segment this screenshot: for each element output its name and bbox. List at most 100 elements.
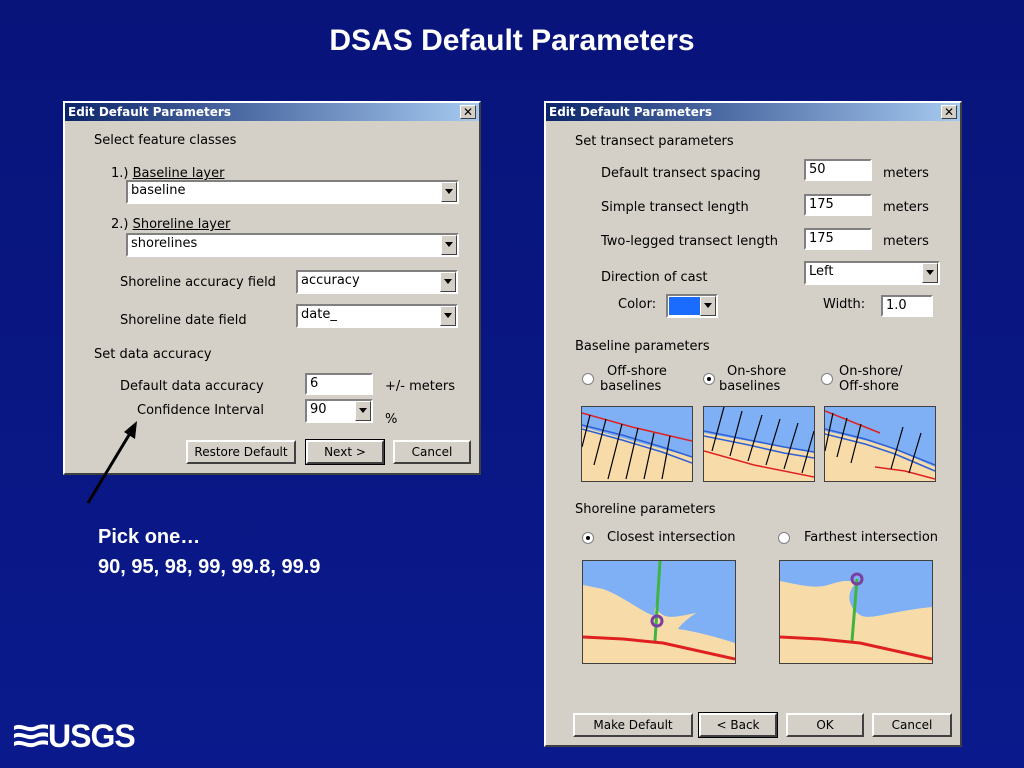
onshore-baselines-label: On-shore baselines bbox=[719, 364, 786, 394]
chevron-down-icon[interactable] bbox=[922, 263, 938, 283]
onshore-l1: On-shore bbox=[727, 364, 787, 379]
onshore-offshore-baselines-label: On-shore/Off-shore bbox=[839, 364, 903, 394]
section-set-transect-parameters: Set transect parameters bbox=[575, 134, 734, 149]
dialog-1-title: Edit Default Parameters bbox=[68, 105, 231, 119]
dialog-1-cancel-button[interactable]: Cancel bbox=[393, 440, 471, 464]
usgs-logo-text: USGS bbox=[48, 718, 136, 754]
chevron-down-icon[interactable] bbox=[440, 272, 456, 292]
onshore-baselines-radio[interactable] bbox=[703, 373, 715, 385]
color-picker[interactable] bbox=[666, 294, 718, 318]
color-swatch bbox=[669, 297, 701, 315]
pick-one-line-2: 90, 95, 98, 99, 99.8, 99.9 bbox=[98, 556, 321, 578]
two-legged-length-input[interactable]: 175 bbox=[804, 228, 872, 250]
dialog-2-titlebar[interactable]: Edit Default Parameters ✕ bbox=[546, 103, 960, 121]
two-legged-length-value: 175 bbox=[809, 231, 834, 246]
simple-transect-length-value: 175 bbox=[809, 197, 834, 212]
section-select-feature-classes: Select feature classes bbox=[94, 133, 237, 148]
color-label: Color: bbox=[618, 297, 657, 312]
baseline-layer-value: baseline bbox=[131, 183, 186, 198]
two-legged-length-label: Two-legged transect length bbox=[601, 234, 779, 249]
default-accuracy-input[interactable]: 6 bbox=[305, 373, 373, 395]
direction-of-cast-label: Direction of cast bbox=[601, 270, 708, 285]
default-accuracy-label: Default data accuracy bbox=[120, 379, 264, 394]
baseline-layer-label-text: Baseline layer bbox=[132, 166, 225, 181]
edit-default-parameters-dialog-2: Edit Default Parameters ✕ Set transect p… bbox=[544, 101, 962, 747]
two-legged-length-unit: meters bbox=[883, 234, 929, 249]
pointer-arrow bbox=[86, 421, 137, 504]
transect-spacing-label: Default transect spacing bbox=[601, 166, 761, 181]
dialog-1-titlebar[interactable]: Edit Default Parameters ✕ bbox=[65, 103, 479, 121]
slide-title: DSAS Default Parameters bbox=[329, 24, 695, 57]
direction-of-cast-select[interactable]: Left bbox=[804, 261, 940, 285]
make-default-button[interactable]: Make Default bbox=[573, 713, 693, 737]
chevron-down-icon[interactable] bbox=[441, 235, 457, 255]
simple-transect-length-unit: meters bbox=[883, 200, 929, 215]
offshore-l1: Off-shore bbox=[607, 364, 667, 379]
closest-intersection-radio[interactable] bbox=[582, 532, 594, 544]
both-l2: Off-shore bbox=[839, 379, 899, 394]
accuracy-unit: +/- meters bbox=[385, 379, 455, 394]
accuracy-field-label: Shoreline accuracy field bbox=[120, 275, 276, 290]
confidence-interval-label: Confidence Interval bbox=[137, 403, 265, 418]
dialog-2-cancel-button[interactable]: Cancel bbox=[872, 713, 952, 737]
date-field-select[interactable]: date_ bbox=[296, 304, 458, 328]
width-label: Width: bbox=[823, 297, 866, 312]
transect-spacing-input[interactable]: 50 bbox=[804, 159, 872, 181]
farthest-intersection-radio[interactable] bbox=[778, 532, 790, 544]
dialog-2-close-button[interactable]: ✕ bbox=[941, 105, 957, 119]
onshore-offshore-baseline-diagram bbox=[824, 406, 936, 482]
section-baseline-parameters: Baseline parameters bbox=[575, 339, 710, 354]
dialog-1-close-button[interactable]: ✕ bbox=[460, 105, 476, 119]
simple-transect-length-input[interactable]: 175 bbox=[804, 194, 872, 216]
offshore-baselines-radio[interactable] bbox=[582, 373, 594, 385]
chevron-down-icon[interactable] bbox=[700, 296, 716, 316]
onshore-baseline-diagram bbox=[703, 406, 815, 482]
direction-of-cast-value: Left bbox=[809, 264, 834, 279]
shoreline-layer-select[interactable]: shorelines bbox=[126, 233, 459, 257]
shoreline-layer-label-text: Shoreline layer bbox=[132, 217, 231, 232]
closest-intersection-label: Closest intersection bbox=[607, 530, 736, 545]
close-icon: ✕ bbox=[462, 105, 474, 119]
chevron-down-icon[interactable] bbox=[440, 306, 456, 326]
chevron-down-icon[interactable] bbox=[355, 401, 371, 421]
farthest-intersection-label: Farthest intersection bbox=[804, 530, 939, 545]
transect-spacing-value: 50 bbox=[809, 162, 826, 177]
accuracy-field-select[interactable]: accuracy bbox=[296, 270, 458, 294]
shoreline-layer-label: 2.) Shoreline layer bbox=[111, 217, 230, 232]
width-input[interactable]: 1.0 bbox=[881, 295, 933, 317]
date-field-value: date_ bbox=[301, 307, 337, 322]
onshore-l2: baselines bbox=[719, 379, 781, 394]
section-set-data-accuracy: Set data accuracy bbox=[94, 347, 212, 362]
confidence-unit: % bbox=[385, 412, 398, 427]
chevron-down-icon[interactable] bbox=[441, 182, 457, 202]
next-button[interactable]: Next > bbox=[305, 439, 385, 465]
ok-button[interactable]: OK bbox=[786, 713, 864, 737]
default-accuracy-value: 6 bbox=[310, 376, 319, 391]
offshore-l2: baselines bbox=[600, 379, 662, 394]
back-button[interactable]: < Back bbox=[698, 712, 778, 738]
confidence-interval-select[interactable]: 90 bbox=[305, 399, 373, 423]
simple-transect-length-label: Simple transect length bbox=[601, 200, 749, 215]
onshore-offshore-baselines-radio[interactable] bbox=[821, 373, 833, 385]
date-field-label: Shoreline date field bbox=[120, 313, 247, 328]
usgs-wave-icon bbox=[14, 724, 48, 748]
baseline-layer-label: 1.) Baseline layer bbox=[111, 166, 224, 181]
dialog-2-title: Edit Default Parameters bbox=[549, 105, 712, 119]
restore-default-button[interactable]: Restore Default bbox=[186, 440, 296, 464]
confidence-interval-value: 90 bbox=[310, 402, 327, 417]
baseline-layer-select[interactable]: baseline bbox=[126, 180, 459, 204]
farthest-intersection-diagram bbox=[779, 560, 933, 664]
offshore-baselines-label: Off-shore baselines bbox=[600, 364, 667, 394]
width-value: 1.0 bbox=[886, 298, 907, 313]
shoreline-layer-label-prefix: 2.) bbox=[111, 217, 133, 232]
both-l1: On-shore/ bbox=[839, 364, 903, 379]
closest-intersection-diagram bbox=[582, 560, 736, 664]
accuracy-field-value: accuracy bbox=[301, 273, 360, 288]
offshore-baseline-diagram bbox=[581, 406, 693, 482]
transect-spacing-unit: meters bbox=[883, 166, 929, 181]
usgs-logo: USGS bbox=[14, 718, 136, 755]
baseline-layer-label-prefix: 1.) bbox=[111, 166, 133, 181]
pick-one-note: Pick one… 90, 95, 98, 99, 99.8, 99.9 bbox=[98, 522, 320, 582]
pick-one-line-1: Pick one… bbox=[98, 526, 201, 548]
section-shoreline-parameters: Shoreline parameters bbox=[575, 502, 716, 517]
